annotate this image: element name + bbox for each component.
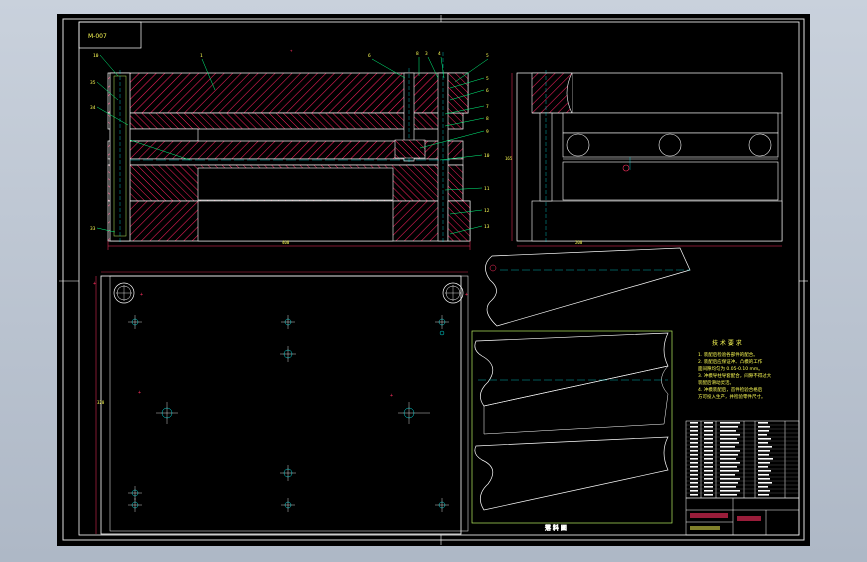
side-height-dimension: 165 xyxy=(505,156,513,161)
part-ref-label: 8 xyxy=(416,51,419,57)
plan-view-label: 落 料 图 xyxy=(545,524,567,532)
note-line: 1. 装配后检验各部件的配合。 xyxy=(698,351,758,358)
part-ref-label: 10 xyxy=(484,153,490,159)
note-line: 面间隙均匀为 0.05-0.10 mm。 xyxy=(698,365,763,372)
svg-text:+: + xyxy=(140,292,143,298)
part-ref-label: 5 xyxy=(486,53,489,59)
part-ref-label: 7 xyxy=(486,104,489,110)
plan-view: 320 + + + + + xyxy=(93,271,469,535)
part-ref-label: 13 xyxy=(484,224,490,230)
part-ref-label: 12 xyxy=(484,208,490,214)
note-line: 方可投入生产，并检验零件尺寸。 xyxy=(698,393,766,400)
front-section-view: 10 1 6 8 3 4 5 35 34 33 5 6 7 8 9 10 11 … xyxy=(90,48,490,250)
note-line: 4. 冲模装配后，首件检验合格后 xyxy=(698,386,763,393)
part-ref-label: 3 xyxy=(425,51,428,57)
part-ref-label: 5 xyxy=(486,76,489,82)
section-width-dimension: 400 xyxy=(282,240,290,245)
part-ref-label: 4 xyxy=(438,51,441,57)
part-ref-label: 1 xyxy=(200,53,203,59)
side-width-dimension: 200 xyxy=(575,240,583,245)
part-ref-label: 6 xyxy=(368,53,371,59)
cad-drawing-canvas: M-007 10 1 6 8 3 4 5 35 34 33 5 6 7 8 9 … xyxy=(57,14,810,546)
note-line: 2. 装配后应保证冲、凸模的工作 xyxy=(698,358,763,365)
part-ref-label: 10 xyxy=(93,53,99,59)
part-ref-label: 9 xyxy=(486,129,489,135)
part-ref-label: 6 xyxy=(486,88,489,94)
part-ref-label: 34 xyxy=(90,105,96,111)
part-ref-label: 8 xyxy=(486,116,489,122)
side-view: 200 165 xyxy=(505,70,783,247)
svg-text:+: + xyxy=(138,390,141,396)
plan-height-dimension: 320 xyxy=(97,400,105,405)
part-ref-label: 11 xyxy=(484,186,490,192)
note-line: 装配后滑动灵活。 xyxy=(698,379,734,386)
note-line: 3. 冲模导柱导套配合，间隙不得过大 xyxy=(698,372,772,379)
svg-text:+: + xyxy=(465,292,468,298)
svg-text:+: + xyxy=(390,393,393,399)
part-ref-label: 33 xyxy=(90,226,96,232)
corner-label-text: M-007 xyxy=(88,33,107,40)
notes-heading: 技 术 要 求 xyxy=(712,339,742,347)
part-ref-label: 35 xyxy=(90,80,96,86)
svg-text:+: + xyxy=(93,281,96,287)
